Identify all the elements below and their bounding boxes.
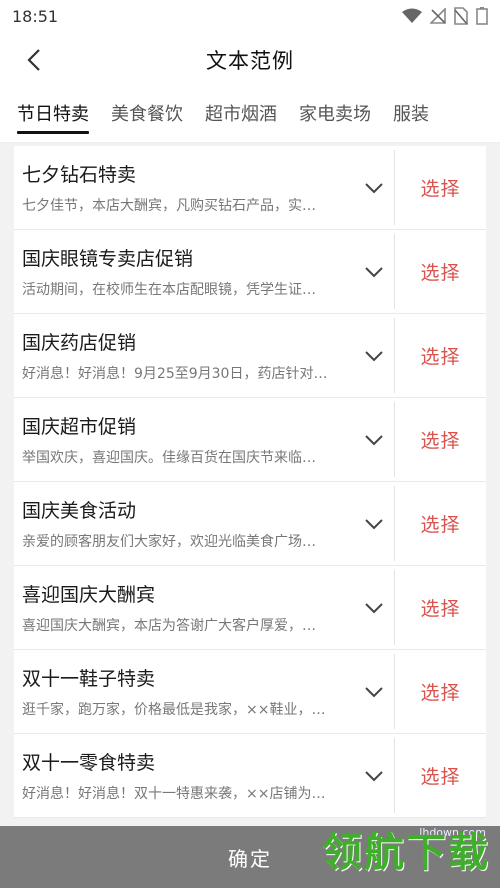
item-description: 喜迎国庆大酬宾，本店为答谢广大客户厚爱，… <box>22 618 316 634</box>
item-text: 双十一零食特卖好消息！好消息！双十一特惠来袭，××店铺为… <box>14 734 354 817</box>
item-text: 国庆美食活动亲爱的顾客朋友们大家好，欢迎光临美食广场… <box>14 482 354 565</box>
item-title: 双十一鞋子特卖 <box>22 668 156 690</box>
wifi-icon <box>402 8 422 23</box>
item-description: 活动期间，在校师生在本店配眼镜，凭学生证… <box>22 282 316 298</box>
list-item: 双十一鞋子特卖逛千家，跑万家，价格最低是我家，××鞋业，… 选择 <box>14 650 486 734</box>
select-button[interactable]: 选择 <box>395 314 486 397</box>
item-description: 逛千家，跑万家，价格最低是我家，××鞋业，… <box>22 702 326 718</box>
chevron-down-icon <box>365 518 383 529</box>
item-title: 国庆超市促销 <box>22 416 137 438</box>
list-item: 七夕钻石特卖七夕佳节，本店大酬宾，凡购买钻石产品，实… 选择 <box>14 146 486 230</box>
status-time: 18:51 <box>12 6 59 26</box>
chevron-down-icon <box>365 770 383 781</box>
item-description: 好消息！好消息！双十一特惠来袭，××店铺为… <box>22 786 326 802</box>
item-text: 国庆眼镜专卖店促销活动期间，在校师生在本店配眼镜，凭学生证… <box>14 230 354 313</box>
item-description: 举国欢庆，喜迎国庆。佳缘百货在国庆节来临… <box>22 450 316 466</box>
template-list: 七夕钻石特卖 七夕佳节，本店大酬宾，凡购买钻石产品，实… 选择 国庆眼镜专卖店促销 活动… <box>14 146 486 818</box>
list-item: 双十一零食特卖好消息！好消息！双十一特惠来袭，××店铺为… 选择 <box>14 734 486 818</box>
expand-button[interactable] <box>354 566 394 649</box>
back-button[interactable] <box>18 44 50 76</box>
select-button[interactable]: 选择 <box>395 146 486 229</box>
tab-food-dining[interactable]: 美食餐饮 <box>94 88 183 142</box>
confirm-button[interactable]: 确定 <box>0 826 500 888</box>
item-title: 喜迎国庆大酬宾 <box>22 584 156 606</box>
chevron-down-icon <box>365 686 383 697</box>
select-button[interactable]: 选择 <box>395 398 486 481</box>
select-button[interactable]: 选择 <box>395 650 486 733</box>
sim-off-icon <box>454 7 468 25</box>
chevron-down-icon <box>365 602 383 613</box>
signal-off-icon <box>430 8 446 24</box>
select-button[interactable]: 选择 <box>395 230 486 313</box>
chevron-down-icon <box>365 434 383 445</box>
select-button[interactable]: 选择 <box>395 734 486 817</box>
chevron-down-icon <box>365 266 383 277</box>
tab-clothing[interactable]: 服装 <box>376 88 429 142</box>
expand-button[interactable] <box>354 650 394 733</box>
item-title: 国庆眼镜专卖店促销 <box>22 248 194 270</box>
item-description: 七夕佳节，本店大酬宾，凡购买钻石产品，实… <box>22 198 316 214</box>
list-item: 国庆美食活动亲爱的顾客朋友们大家好，欢迎光临美食广场… 选择 <box>14 482 486 566</box>
chevron-down-icon <box>365 350 383 361</box>
expand-button[interactable] <box>354 146 394 229</box>
status-bar: 18:51 <box>0 0 500 32</box>
item-title: 七夕钻石特卖 <box>22 164 137 186</box>
chevron-down-icon <box>365 182 383 193</box>
tab-festival-sale[interactable]: 节日特卖 <box>0 88 89 142</box>
chevron-left-icon <box>27 49 40 71</box>
list-item: 国庆药店促销好消息！好消息！9月25至9月30日，药店针对… 选择 <box>14 314 486 398</box>
item-text: 双十一鞋子特卖逛千家，跑万家，价格最低是我家，××鞋业，… <box>14 650 354 733</box>
item-description: 好消息！好消息！9月25至9月30日，药店针对… <box>22 366 328 382</box>
item-text: 七夕钻石特卖七夕佳节，本店大酬宾，凡购买钻石产品，实… <box>14 146 354 229</box>
select-button[interactable]: 选择 <box>395 566 486 649</box>
expand-button[interactable] <box>354 398 394 481</box>
expand-button[interactable] <box>354 230 394 313</box>
expand-button[interactable] <box>354 314 394 397</box>
page-title: 文本范例 <box>206 49 294 73</box>
category-tabs: 节日特卖 美食餐饮 超市烟酒 家电卖场 服装 <box>0 88 500 143</box>
tab-supermarket-tobacco-wine[interactable]: 超市烟酒 <box>188 88 277 142</box>
tab-appliance-store[interactable]: 家电卖场 <box>282 88 371 142</box>
navigation-bar: 文本范例 <box>0 32 500 88</box>
item-text: 国庆药店促销好消息！好消息！9月25至9月30日，药店针对… <box>14 314 354 397</box>
item-title: 双十一零食特卖 <box>22 752 156 774</box>
item-title: 国庆药店促销 <box>22 332 137 354</box>
battery-icon <box>476 7 488 25</box>
item-description: 亲爱的顾客朋友们大家好，欢迎光临美食广场… <box>22 534 316 550</box>
select-button[interactable]: 选择 <box>395 482 486 565</box>
list-item: 喜迎国庆大酬宾喜迎国庆大酬宾，本店为答谢广大客户厚爱，… 选择 <box>14 566 486 650</box>
item-title: 国庆美食活动 <box>22 500 137 522</box>
item-text: 喜迎国庆大酬宾喜迎国庆大酬宾，本店为答谢广大客户厚爱，… <box>14 566 354 649</box>
expand-button[interactable] <box>354 482 394 565</box>
list-item: 国庆眼镜专卖店促销活动期间，在校师生在本店配眼镜，凭学生证… 选择 <box>14 230 486 314</box>
expand-button[interactable] <box>354 734 394 817</box>
status-icons <box>402 7 488 25</box>
item-text: 国庆超市促销举国欢庆，喜迎国庆。佳缘百货在国庆节来临… <box>14 398 354 481</box>
list-item: 国庆超市促销举国欢庆，喜迎国庆。佳缘百货在国庆节来临… 选择 <box>14 398 486 482</box>
